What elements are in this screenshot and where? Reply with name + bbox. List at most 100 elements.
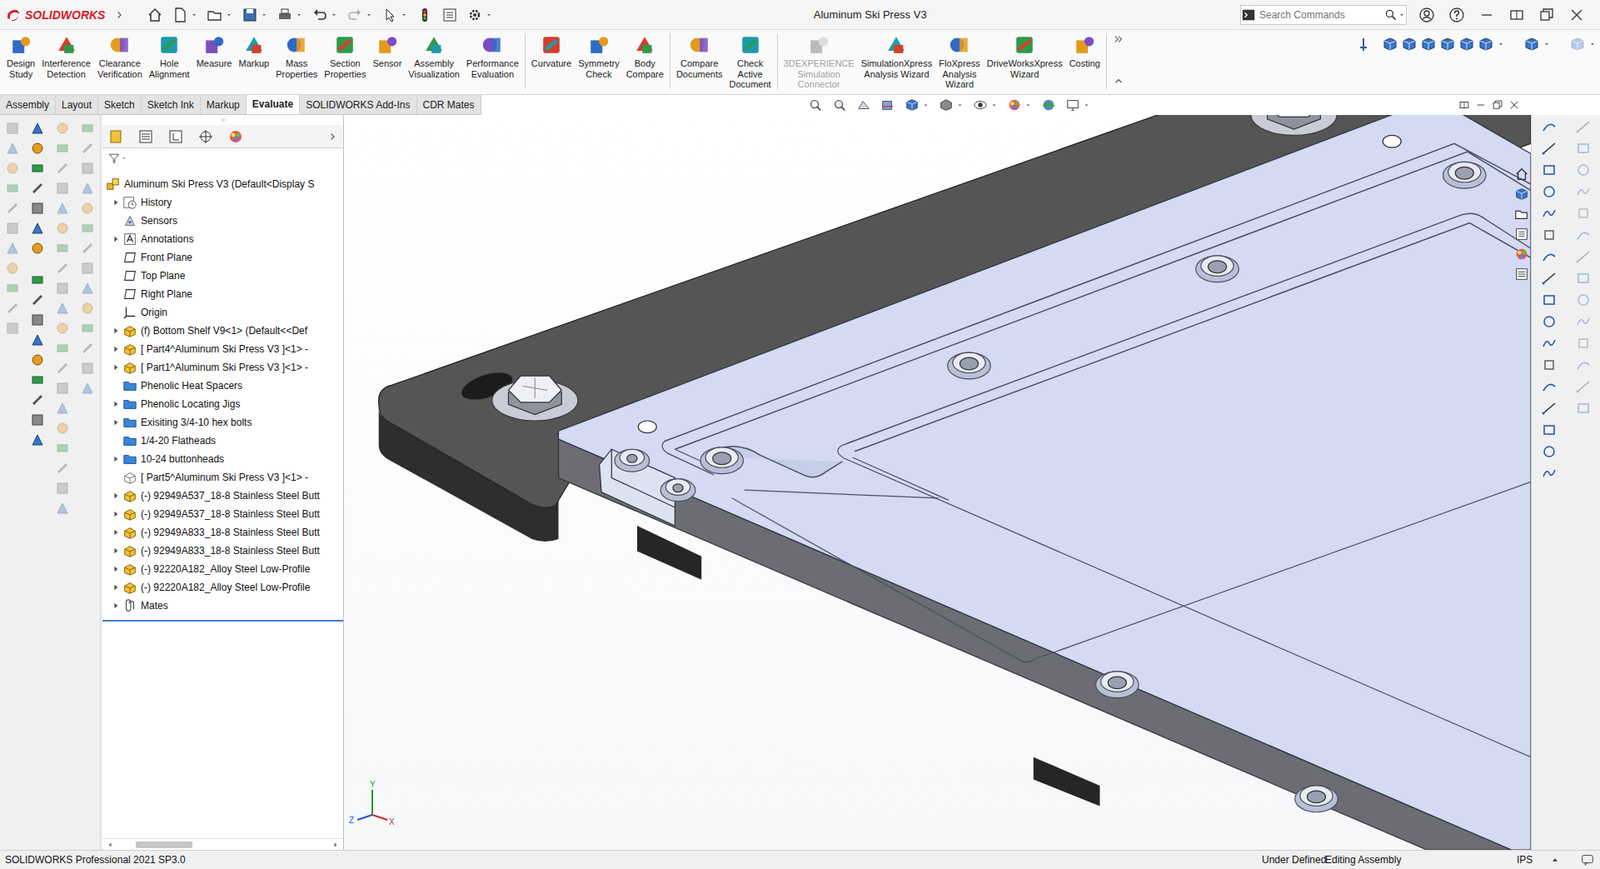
tile-icon[interactable] — [1508, 6, 1526, 24]
command-icon[interactable] — [375, 33, 399, 57]
view-tool-icon[interactable] — [1041, 97, 1057, 113]
sketch-tool-icon[interactable] — [1540, 421, 1558, 439]
tab[interactable]: Evaluate — [246, 94, 300, 115]
ribbon-command[interactable]: Performance Evaluation — [463, 33, 523, 80]
sketch-tool-icon[interactable] — [1540, 291, 1558, 309]
tree-item[interactable]: (-) 92220A182_Alloy Steel Low-Profile — [102, 578, 344, 597]
minimize-icon[interactable] — [1475, 99, 1487, 111]
save-icon[interactable] — [241, 6, 259, 24]
view-cube-icon[interactable] — [1477, 35, 1495, 53]
tree-item[interactable]: Front Plane — [102, 248, 344, 267]
ribbon-command[interactable]: 3DEXPERIENCE Simulation Connector — [780, 33, 858, 90]
dropdown-caret-icon[interactable] — [294, 10, 304, 20]
view-cube-icon[interactable] — [1381, 35, 1399, 53]
select-icon[interactable] — [381, 6, 399, 24]
dropdown-caret-icon[interactable] — [990, 101, 998, 110]
dropdown-caret-icon[interactable] — [1496, 39, 1506, 49]
scroll-thumb[interactable] — [135, 841, 193, 848]
filter-icon[interactable] — [107, 151, 121, 165]
command-icon[interactable] — [1012, 33, 1037, 57]
tool-icon[interactable] — [29, 159, 46, 177]
sketch-tool-icon[interactable] — [1540, 464, 1558, 482]
expand-panel-icon[interactable] — [326, 130, 339, 143]
tool-icon[interactable] — [29, 139, 46, 157]
more-commands-icon[interactable] — [1112, 33, 1125, 45]
tree-item[interactable]: (-) 92949A833_18-8 Stainless Steel Butt — [102, 523, 344, 542]
task-pane-icon[interactable] — [1514, 246, 1530, 262]
sketch-tool-icon[interactable] — [1540, 204, 1558, 222]
command-icon[interactable] — [1072, 33, 1097, 57]
view-cube-icon[interactable] — [1569, 35, 1586, 53]
search-input[interactable] — [1256, 9, 1385, 21]
ribbon-command[interactable]: Symmetry Check — [574, 33, 624, 80]
expand-arrow-icon[interactable] — [109, 415, 123, 429]
view-tool-icon[interactable] — [856, 97, 872, 113]
units-menu-icon[interactable] — [1550, 854, 1561, 865]
ribbon-command[interactable]: Clearance Verification — [94, 33, 146, 80]
tool-icon[interactable] — [29, 119, 46, 137]
expand-arrow-icon[interactable] — [109, 452, 123, 466]
rebuild-light-icon[interactable] — [416, 6, 434, 24]
dropdown-caret-icon[interactable] — [189, 10, 199, 20]
assembly-model[interactable] — [343, 114, 1531, 850]
expand-arrow-icon[interactable] — [109, 507, 123, 521]
tool-icon[interactable] — [29, 391, 46, 409]
tool-icon[interactable] — [29, 271, 46, 289]
expand-arrow-icon[interactable] — [109, 525, 123, 539]
ribbon-command[interactable]: FloXpress Analysis Wizard — [935, 33, 984, 90]
tool-icon[interactable] — [29, 239, 46, 257]
ribbon-command[interactable]: Markup — [234, 33, 273, 70]
command-icon[interactable] — [807, 33, 831, 57]
dropdown-caret-icon[interactable] — [399, 10, 409, 20]
command-icon[interactable] — [947, 33, 972, 57]
expand-arrow-icon[interactable] — [109, 195, 123, 210]
command-search-icon[interactable] — [1241, 7, 1257, 23]
command-icon[interactable] — [738, 33, 763, 57]
view-tool-icon[interactable] — [880, 97, 896, 113]
tab[interactable]: Sketch Ink — [141, 94, 201, 115]
ribbon-command[interactable]: Measure — [193, 33, 236, 70]
sketch-tool-icon[interactable] — [1540, 443, 1558, 460]
feature-tree-icon[interactable] — [107, 128, 125, 145]
expand-arrow-icon[interactable] — [109, 543, 123, 558]
command-icon[interactable] — [9, 33, 33, 57]
open-icon[interactable] — [206, 6, 224, 24]
tree-item[interactable]: [ Part4^Aluminum Ski Press V3 ]<1> - — [102, 339, 344, 359]
tool-icon[interactable] — [29, 411, 46, 429]
app-logo[interactable]: SOLIDWORKS — [24, 8, 105, 22]
dropdown-caret-icon[interactable] — [1397, 10, 1406, 20]
command-icon[interactable] — [633, 33, 657, 57]
pin-icon[interactable] — [1355, 35, 1372, 53]
redo-icon[interactable] — [346, 6, 364, 24]
command-icon[interactable] — [284, 33, 309, 57]
tool-icon[interactable] — [29, 431, 46, 449]
ribbon-command[interactable]: Section Properties — [320, 33, 369, 80]
scroll-left-icon[interactable] — [105, 840, 115, 849]
restore-icon[interactable] — [1538, 6, 1556, 24]
sketch-tool-icon[interactable] — [1540, 356, 1558, 374]
dropdown-caret-icon[interactable] — [1588, 39, 1597, 49]
home-icon[interactable] — [146, 6, 164, 24]
sketch-tool-icon[interactable] — [1540, 334, 1558, 352]
ribbon-command[interactable]: Design Study — [3, 33, 39, 80]
command-icon[interactable] — [687, 33, 712, 57]
collapse-ribbon-icon[interactable] — [1112, 74, 1125, 87]
tab[interactable]: Sketch — [98, 94, 142, 115]
expand-arrow-icon[interactable] — [109, 232, 123, 246]
tab[interactable]: Assembly — [0, 94, 56, 115]
tree-root[interactable]: Aluminum Ski Press V3 (Default<Display S — [102, 174, 344, 194]
reference-triad[interactable]: YZX — [347, 777, 401, 832]
expand-arrow-icon[interactable] — [109, 360, 123, 374]
tool-icon[interactable] — [29, 311, 46, 329]
dropdown-caret-icon[interactable] — [224, 10, 234, 20]
tool-icon[interactable] — [29, 219, 46, 237]
expand-arrow-icon[interactable] — [109, 342, 123, 356]
tree-item[interactable]: 10-24 buttonheads — [102, 449, 344, 469]
tree-item[interactable]: Phenolic Locating Jigs — [102, 394, 344, 414]
tool-icon[interactable] — [29, 371, 46, 389]
expand-arrow-icon[interactable] — [109, 397, 123, 411]
view-tool-icon[interactable] — [1006, 97, 1022, 113]
print-icon[interactable] — [276, 6, 294, 24]
dropdown-caret-icon[interactable] — [329, 10, 339, 20]
ribbon-command[interactable]: SimulationXpress Analysis Wizard — [857, 33, 937, 80]
